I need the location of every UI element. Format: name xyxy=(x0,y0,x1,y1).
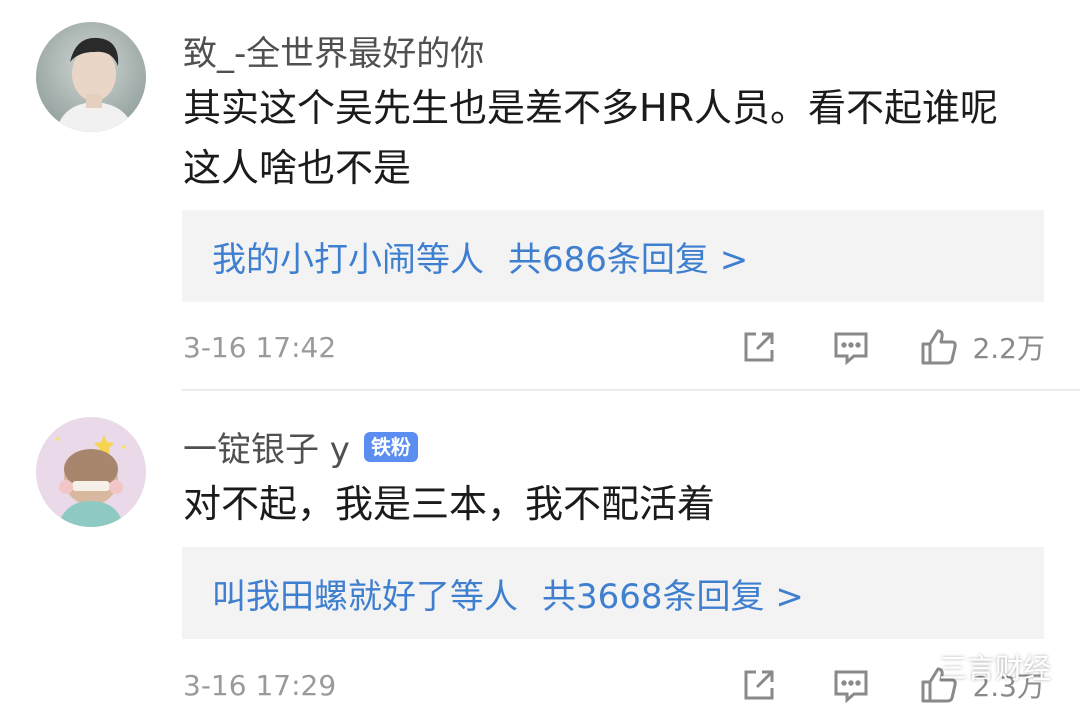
thumbs-up-icon[interactable] xyxy=(918,326,960,368)
comment-item: 致_-全世界最好的你 其实这个吴先生也是差不多HR人员。看不起谁呢 这人啥也不是… xyxy=(0,0,1080,391)
comment-content: 对不起，我是三本，我不配活着 xyxy=(183,482,716,526)
replies-summary-button[interactable]: 叫我田螺就好了 等人 共3668条回复 > xyxy=(182,547,1044,639)
reply-author-link[interactable]: 叫我田螺就好了 xyxy=(212,569,450,618)
comment-time: 3-16 17:29 xyxy=(183,668,337,702)
avatar[interactable] xyxy=(36,417,146,527)
reply-others-label: 等人 xyxy=(450,576,518,617)
reply-others-label: 等人 xyxy=(416,239,484,280)
fan-badge: 铁粉 xyxy=(363,431,418,462)
share-icon[interactable] xyxy=(738,326,780,368)
avatar[interactable] xyxy=(36,22,146,132)
comment-meta: 3-16 17:42 2.2万 xyxy=(183,322,1045,372)
reply-count-link[interactable]: 共686条回复 > xyxy=(508,232,748,281)
comment-icon[interactable] xyxy=(830,664,872,706)
comment-actions: 2.2万 xyxy=(738,322,1045,372)
wechat-icon xyxy=(893,646,933,687)
username-text[interactable]: 致_-全世界最好的你 xyxy=(183,26,484,75)
username-text[interactable]: 一锭银子 y xyxy=(183,422,350,471)
replies-summary-button[interactable]: 我的小打小闹 等人 共686条回复 > xyxy=(182,210,1044,302)
watermark: 三言财经 xyxy=(893,646,1051,687)
comment-content: 其实这个吴先生也是差不多HR人员。看不起谁呢 这人啥也不是 xyxy=(183,86,998,190)
reply-author-link[interactable]: 我的小打小闹 xyxy=(212,232,416,281)
watermark-text: 三言财经 xyxy=(939,651,1052,685)
comment-icon[interactable] xyxy=(830,326,872,368)
comment-time: 3-16 17:42 xyxy=(183,330,337,364)
reply-count-link[interactable]: 共3668条回复 > xyxy=(542,569,804,618)
username[interactable]: 一锭银子 y 铁粉 xyxy=(183,422,418,471)
share-icon[interactable] xyxy=(738,664,780,706)
divider xyxy=(182,389,1080,391)
like-count: 2.2万 xyxy=(972,332,1045,365)
username[interactable]: 致_-全世界最好的你 xyxy=(183,26,484,75)
